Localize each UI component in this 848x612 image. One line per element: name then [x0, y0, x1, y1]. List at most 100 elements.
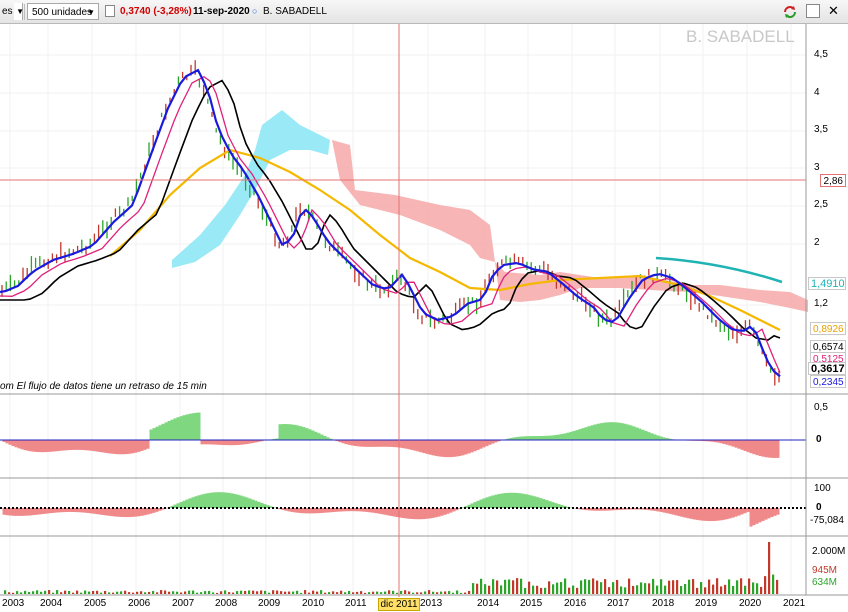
volume-bar: [192, 590, 195, 594]
volume-bar: [548, 581, 551, 594]
price-tag-blue: 0,2345: [810, 375, 846, 388]
osc1-axis-label: 0,5: [814, 402, 828, 413]
volume-bar: [36, 590, 39, 594]
volume-bar: [700, 582, 703, 594]
volume-bar: [620, 586, 623, 594]
volume-bar: [376, 591, 379, 594]
volume-bar: [328, 592, 331, 594]
volume-bar: [604, 579, 607, 594]
axis-label: 3,5: [814, 124, 828, 135]
volume-bar: [476, 583, 479, 594]
volume-bar: [40, 591, 43, 594]
year-label: 2009: [258, 598, 281, 609]
volume-bar: [500, 585, 503, 594]
year-label: 2011: [345, 598, 367, 609]
volume-bar: [544, 587, 547, 594]
volume-bar: [72, 592, 75, 594]
volume-bar: [600, 582, 603, 594]
volume-bar: [396, 592, 399, 594]
volume-bar: [104, 590, 107, 594]
volume-bar: [760, 586, 763, 594]
volume-bar: [280, 591, 283, 594]
volume-bar: [580, 580, 583, 594]
volume-bar: [140, 591, 143, 594]
axis-label: 2: [814, 237, 820, 248]
volume-bar: [348, 590, 351, 594]
volume-bar: [680, 586, 683, 594]
volume-bar: [184, 591, 187, 594]
volume-bar: [172, 591, 175, 594]
volume-bar: [692, 579, 695, 594]
volume-bar: [644, 583, 647, 594]
volume-bar: [584, 579, 587, 594]
volume-bar: [420, 592, 423, 594]
volume-bar: [516, 578, 519, 594]
year-label: 2018: [652, 598, 675, 609]
year-label: 2014: [477, 598, 500, 609]
volume-bar: [288, 591, 291, 594]
volume-bar: [432, 591, 435, 594]
volume-bar: [204, 591, 207, 594]
volume-bar: [484, 584, 487, 594]
vol-axis-label: 2.000M: [812, 546, 846, 557]
volume-bar: [160, 590, 163, 594]
volume-bar: [448, 591, 451, 594]
volume-bar: [260, 590, 263, 594]
volume-bar: [88, 591, 91, 594]
volume-bar: [756, 583, 759, 594]
year-label: 2004: [40, 598, 63, 609]
volume-bar: [128, 592, 131, 594]
volume-bar: [216, 592, 219, 594]
volume-bar: [108, 592, 111, 594]
volume-bar: [340, 590, 343, 594]
volume-bar: [740, 578, 743, 594]
volume-bar: [464, 592, 467, 594]
vol-axis-label: 945M: [812, 565, 838, 576]
volume-bar: [728, 579, 731, 594]
volume-bar: [320, 590, 323, 594]
volume-bar: [428, 590, 431, 594]
volume-bar: [180, 592, 183, 594]
volume-bar: [488, 585, 491, 594]
volume-bar: [652, 578, 655, 594]
volume-bar: [244, 590, 247, 594]
volume-bar: [144, 592, 147, 594]
volume-bar: [212, 592, 215, 594]
volume-bar: [588, 579, 591, 594]
crosshair-x-label: dic 2011: [378, 598, 420, 611]
volume-bar: [636, 585, 639, 594]
volume-bar: [352, 592, 355, 594]
volume-bar: [48, 590, 51, 594]
volume-bar: [164, 590, 167, 594]
volume-bar: [656, 585, 659, 594]
volume-bar: [668, 580, 671, 594]
volume-bar: [364, 592, 367, 594]
volume-bar: [4, 590, 7, 594]
volume-bar: [632, 585, 635, 594]
volume-bar: [272, 590, 275, 594]
volume-bar: [452, 592, 455, 594]
volume-bar: [772, 574, 775, 594]
volume-bar: [316, 591, 319, 594]
year-label: 2013: [420, 598, 443, 609]
volume-bar: [744, 585, 747, 594]
volume-bar: [392, 590, 395, 594]
volume-bar: [536, 585, 539, 594]
delay-notice: om El flujo de datos tiene un retraso de…: [0, 381, 207, 392]
year-label: 2007: [172, 598, 195, 609]
price-tag-cyan: 1,4910: [808, 277, 846, 290]
volume-bar: [416, 592, 419, 594]
price-tag-orange: 0,8926: [810, 322, 846, 335]
volume-bar: [616, 579, 619, 594]
volume-bar: [300, 592, 303, 594]
volume-bar: [188, 590, 191, 594]
volume-bar: [768, 542, 771, 594]
price-chart[interactable]: [0, 0, 848, 612]
volume-bar: [220, 591, 223, 594]
volume-bar: [540, 587, 543, 594]
axis-label: 1,2: [814, 298, 828, 309]
volume-bar: [732, 585, 735, 594]
volume-bar: [412, 592, 415, 594]
volume-bar: [60, 592, 63, 594]
osc2-axis-label: 100: [814, 483, 831, 494]
